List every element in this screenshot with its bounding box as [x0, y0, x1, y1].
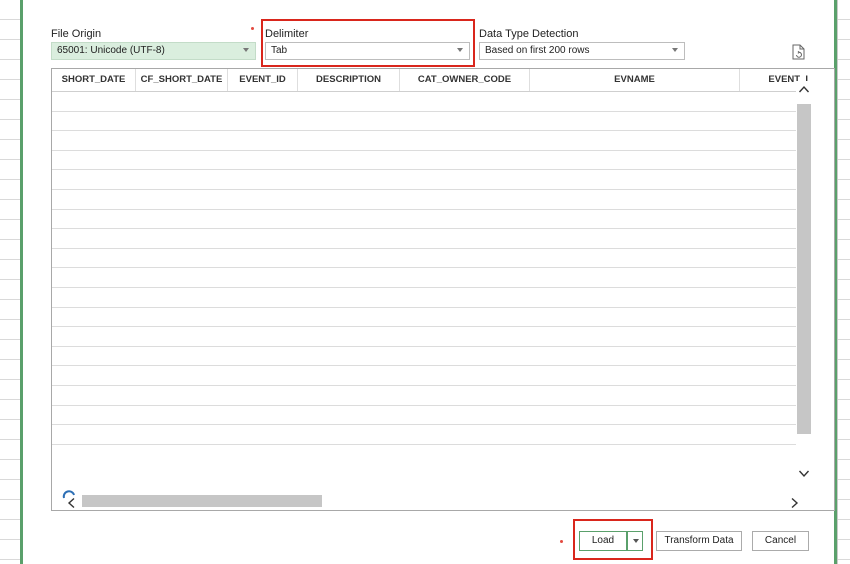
- table-body: [52, 91, 796, 491]
- column-header[interactable]: CAT_OWNER_CODE: [400, 69, 530, 91]
- table-row: [52, 307, 796, 308]
- column-header[interactable]: EVENT_ID: [228, 69, 298, 91]
- table-row: [52, 189, 796, 190]
- horizontal-scroll-thumb[interactable]: [82, 495, 322, 507]
- table-row: [52, 385, 796, 386]
- load-highlight-box: [573, 519, 653, 560]
- data-type-detection-value: Based on first 200 rows: [485, 45, 590, 56]
- excel-grid-left: [0, 0, 21, 564]
- table-row: [52, 169, 796, 170]
- table-row: [52, 326, 796, 327]
- scroll-down-icon[interactable]: [798, 469, 810, 479]
- transform-data-button[interactable]: Transform Data: [656, 531, 742, 551]
- refresh-document-icon[interactable]: [792, 44, 806, 60]
- table-row: [52, 287, 796, 288]
- delimiter-highlight-box: [261, 19, 475, 67]
- cancel-button[interactable]: Cancel: [752, 531, 809, 551]
- table-row: [52, 228, 796, 229]
- scroll-right-icon[interactable]: [790, 497, 800, 509]
- chevron-down-icon: [243, 48, 249, 52]
- file-origin-select[interactable]: 65001: Unicode (UTF-8): [51, 42, 256, 60]
- file-origin-label: File Origin: [51, 28, 102, 40]
- table-row: [52, 424, 796, 425]
- data-type-detection-label: Data Type Detection: [479, 28, 579, 40]
- table-row: [52, 267, 796, 268]
- column-header[interactable]: SHORT_DATE: [52, 69, 136, 91]
- column-header[interactable]: CF_SHORT_DATE: [136, 69, 228, 91]
- table-row: [52, 248, 796, 249]
- table-row: [52, 365, 796, 366]
- preview-table[interactable]: SHORT_DATE CF_SHORT_DATE EVENT_ID DESCRI…: [51, 68, 835, 511]
- import-dialog: File Origin 65001: Unicode (UTF-8) Delim…: [23, 0, 835, 564]
- table-row: [52, 111, 796, 112]
- table-row: [52, 150, 796, 151]
- table-row: [52, 444, 796, 445]
- scroll-up-icon[interactable]: [798, 84, 810, 94]
- table-row: [52, 130, 796, 131]
- loading-spinner-icon: [62, 490, 75, 499]
- chevron-down-icon: [672, 48, 678, 52]
- table-row: [52, 346, 796, 347]
- file-origin-value: 65001: Unicode (UTF-8): [57, 45, 165, 56]
- data-type-detection-select[interactable]: Based on first 200 rows: [479, 42, 685, 60]
- column-header[interactable]: DESCRIPTION: [298, 69, 400, 91]
- annotation-dot-load: [560, 540, 563, 543]
- annotation-dot-delimiter: [251, 27, 254, 30]
- vertical-scroll-thumb[interactable]: [797, 104, 811, 434]
- excel-grid-right: [837, 0, 850, 564]
- table-row: [52, 209, 796, 210]
- column-header[interactable]: EVNAME: [530, 69, 740, 91]
- table-header-row: SHORT_DATE CF_SHORT_DATE EVENT_ID DESCRI…: [52, 69, 812, 92]
- table-row: [52, 405, 796, 406]
